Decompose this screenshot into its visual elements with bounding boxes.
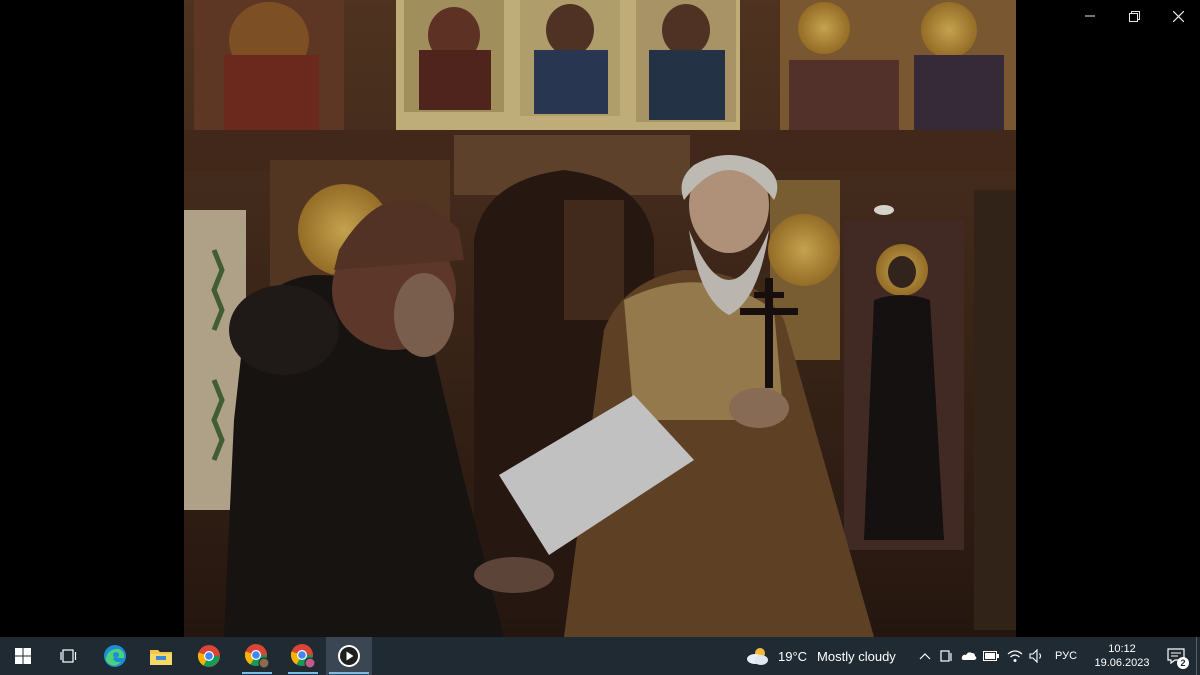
taskbar: 19°C Mostly cloudy РУС 10:12 19.06.2023 …: [0, 637, 1200, 675]
tray-onedrive[interactable]: [958, 637, 980, 675]
file-explorer-button[interactable]: [138, 637, 184, 675]
close-button[interactable]: [1156, 0, 1200, 32]
chrome-button[interactable]: [186, 637, 232, 675]
show-desktop-button[interactable]: [1196, 637, 1200, 675]
edge-icon: [104, 645, 126, 667]
chrome-icon: [244, 644, 270, 669]
video-player-window: [0, 0, 1200, 637]
tray-volume[interactable]: [1026, 637, 1048, 675]
battery-icon: [983, 651, 999, 661]
window-controls: [1068, 0, 1200, 32]
chrome-icon: [290, 644, 316, 669]
start-button[interactable]: [0, 637, 46, 675]
tray-meet-now[interactable]: [936, 637, 958, 675]
clock-date: 19.06.2023: [1094, 657, 1150, 669]
folder-icon: [150, 650, 172, 665]
video-frame[interactable]: [184, 0, 1016, 637]
chrome-profile-1-button[interactable]: [234, 637, 280, 675]
cloud-icon: [961, 652, 977, 660]
wifi-icon: [1007, 650, 1023, 662]
video-scene: [184, 0, 1016, 637]
restore-icon: [1128, 10, 1140, 22]
weather-condition: Mostly cloudy: [817, 648, 896, 664]
restore-button[interactable]: [1112, 0, 1156, 32]
device-icon: [940, 650, 952, 662]
task-view-button[interactable]: [46, 637, 92, 675]
chrome-icon: [197, 645, 220, 667]
minimize-button[interactable]: [1068, 0, 1112, 32]
task-view-icon: [60, 649, 77, 663]
play-icon: [338, 645, 360, 667]
weather-temperature: 19°C: [778, 648, 808, 664]
tray-network[interactable]: [1004, 637, 1026, 675]
weather-widget[interactable]: 19°C Mostly cloudy: [744, 637, 896, 675]
chrome-profile-2-button[interactable]: [280, 637, 326, 675]
close-icon: [1172, 10, 1184, 22]
chevron-up-icon: [919, 653, 931, 660]
speaker-icon: [1029, 649, 1042, 663]
minimize-icon: [1085, 15, 1095, 17]
show-hidden-icons-button[interactable]: [914, 637, 936, 675]
media-player-button[interactable]: [326, 637, 372, 675]
cloud-sun-icon: [747, 648, 768, 665]
action-center-button[interactable]: 2: [1156, 637, 1196, 675]
edge-button[interactable]: [92, 637, 138, 675]
clock-time: 10:12: [1108, 643, 1136, 655]
notification-count-badge: 2: [1177, 657, 1189, 669]
language-indicator[interactable]: РУС: [1050, 637, 1082, 675]
tray-battery[interactable]: [980, 637, 1002, 675]
windows-logo-icon: [15, 648, 31, 664]
clock[interactable]: 10:12 19.06.2023: [1088, 637, 1156, 675]
